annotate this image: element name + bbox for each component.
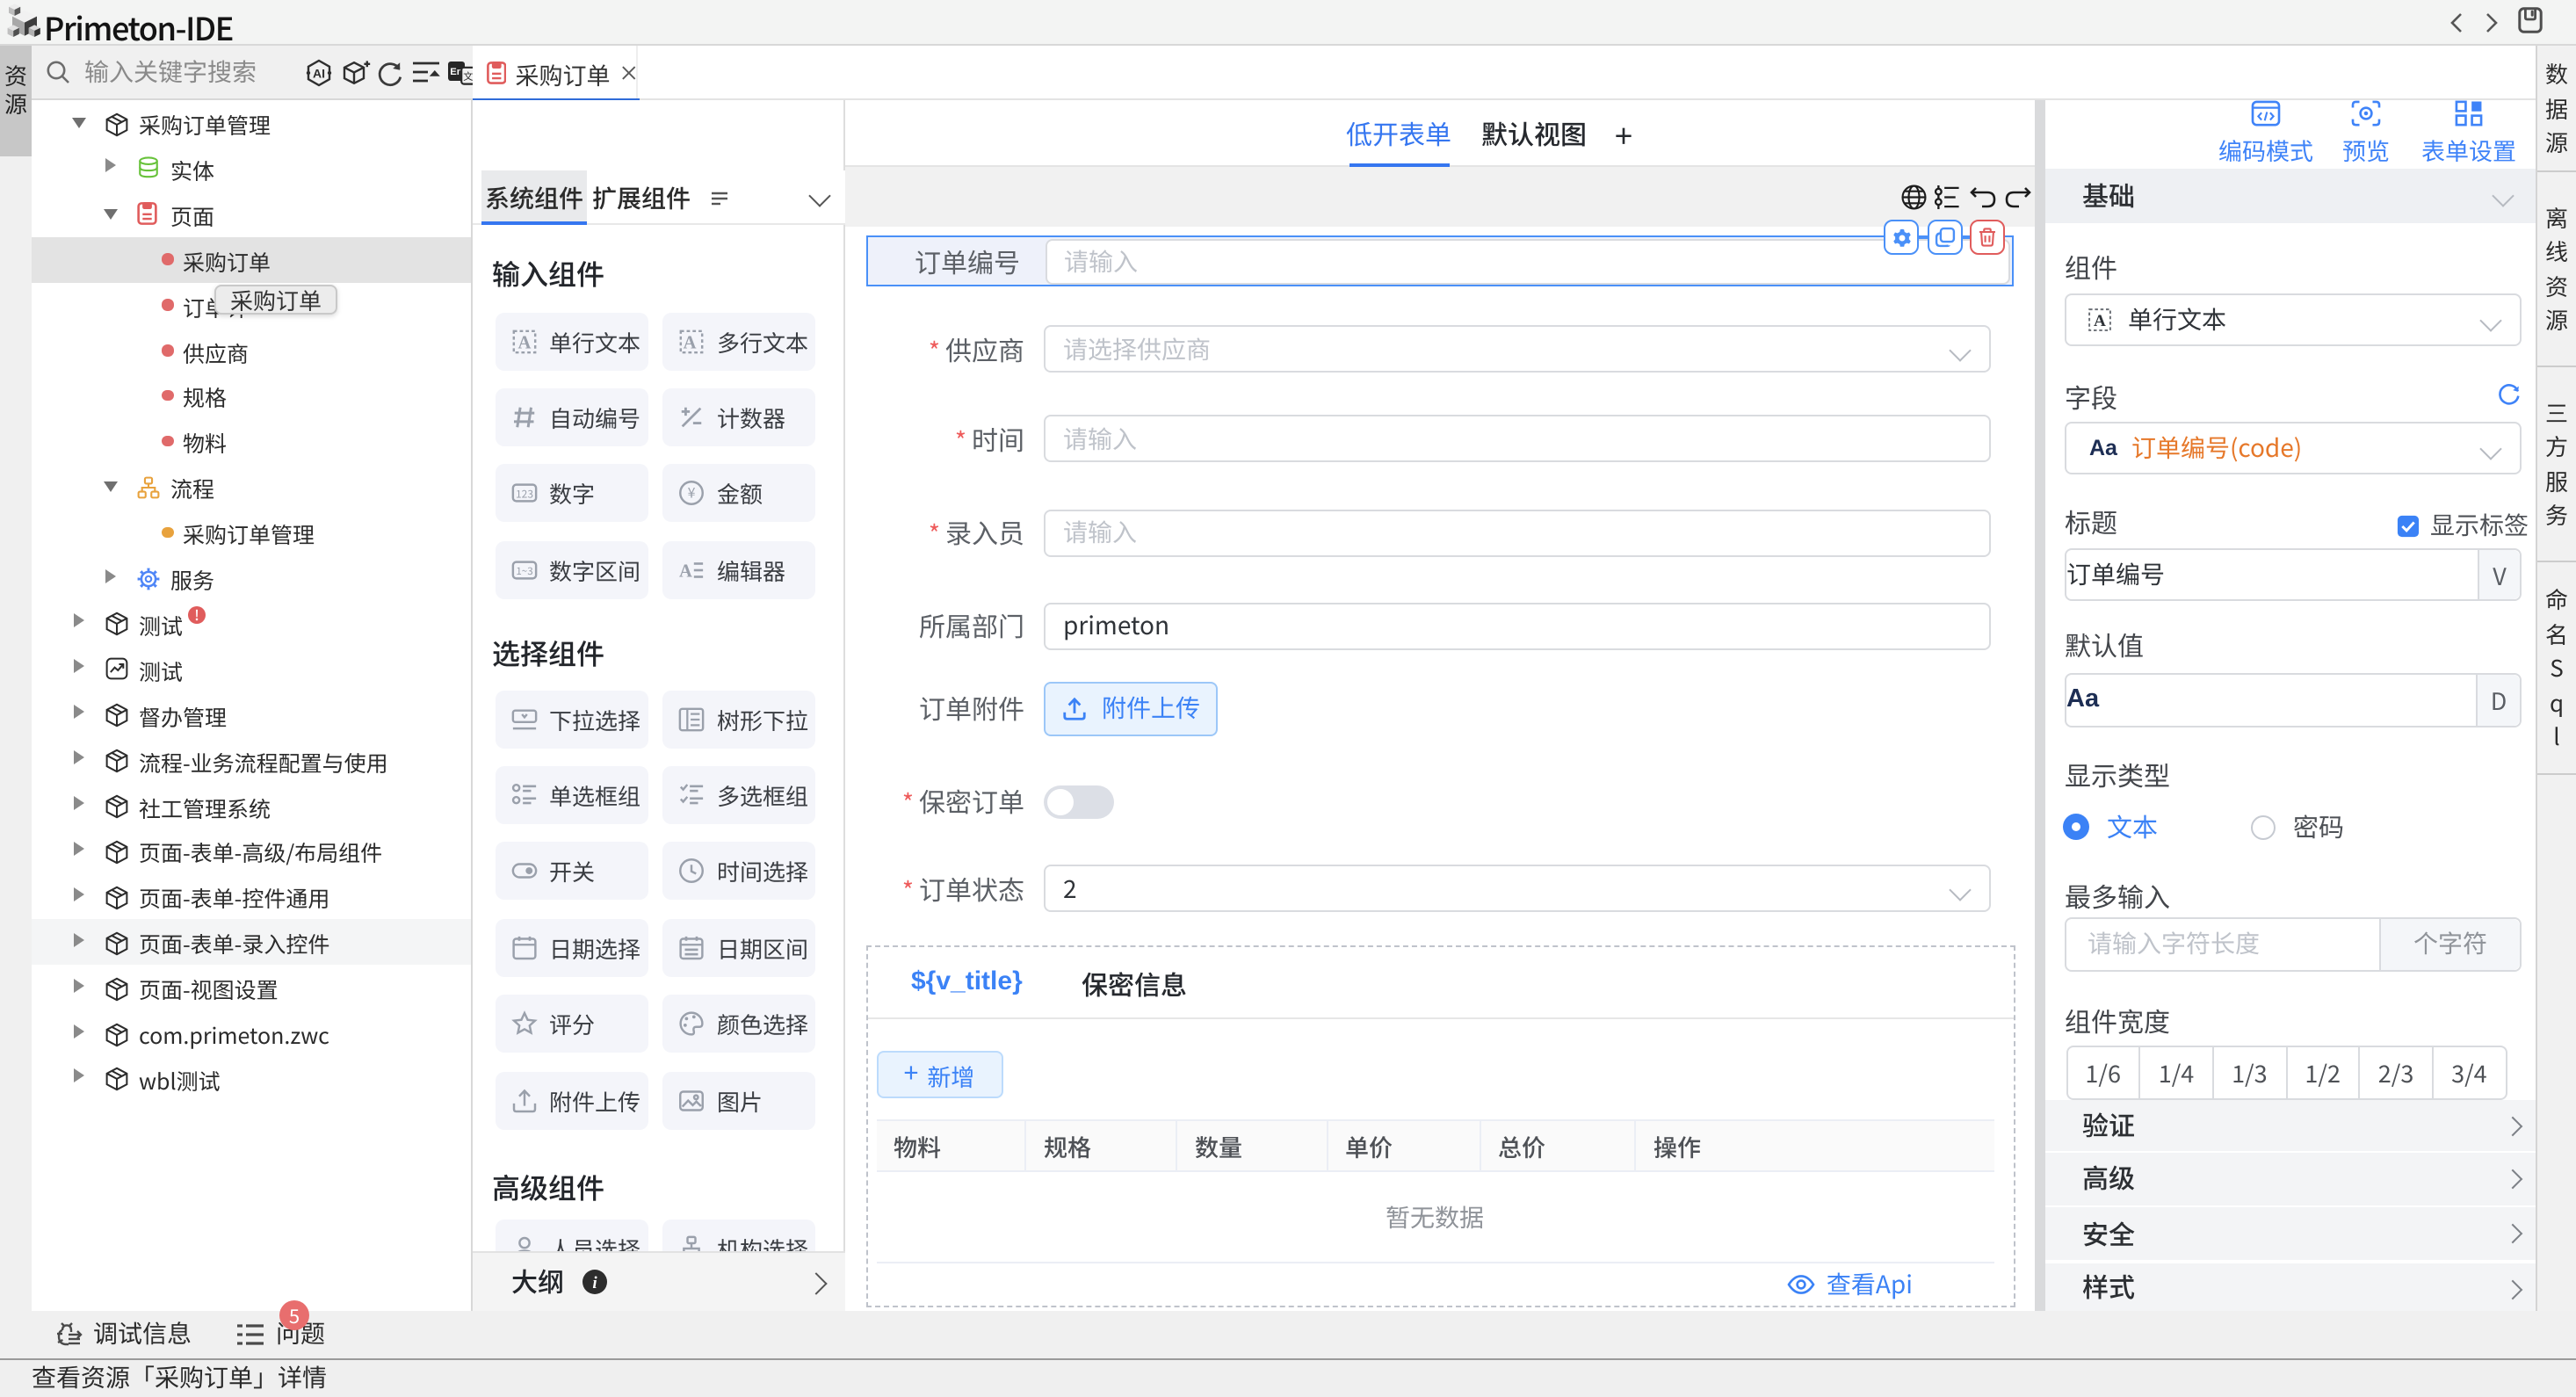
svg-text:文: 文 [463,69,473,83]
svg-text:123: 123 [515,487,532,502]
svg-text:AI: AI [313,66,325,80]
svg-text:A: A [684,333,697,352]
svg-text:¥: ¥ [688,482,696,503]
svg-text:A: A [679,561,692,581]
svg-text:1~3: 1~3 [515,563,532,577]
svg-text:A: A [517,333,531,352]
svg-text:A: A [2094,312,2106,330]
svg-text:i: i [592,1274,597,1292]
